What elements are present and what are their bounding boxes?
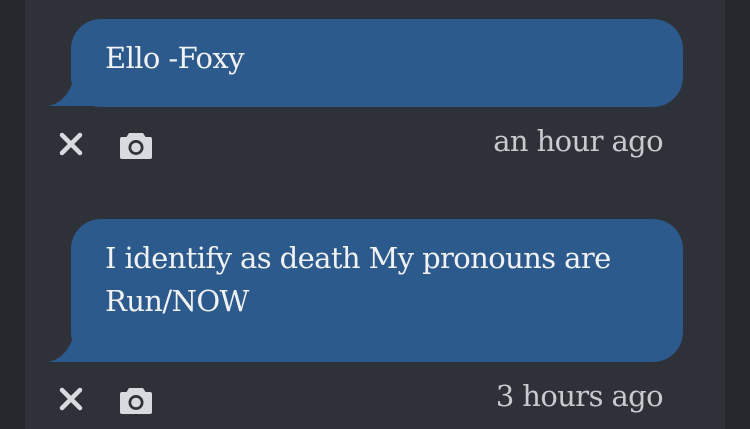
- camera-icon[interactable]: [119, 130, 153, 160]
- message-bubble: I identify as death My pronouns are Run/…: [71, 219, 683, 362]
- message-timestamp: an hour ago: [493, 124, 663, 158]
- message-actions: an hour ago: [25, 124, 725, 172]
- message-actions: 3 hours ago: [25, 379, 725, 427]
- message-column: Ello -Foxy an hour ago I identify as dea…: [25, 0, 725, 429]
- message-timestamp: 3 hours ago: [495, 379, 664, 413]
- message-bubble: Ello -Foxy: [71, 19, 683, 107]
- message-text-line: Ello -Foxy: [105, 41, 245, 75]
- camera-icon[interactable]: [119, 385, 153, 415]
- close-icon[interactable]: [59, 387, 83, 411]
- message-text-line: Run/NOW: [105, 284, 249, 318]
- close-icon[interactable]: [59, 132, 83, 156]
